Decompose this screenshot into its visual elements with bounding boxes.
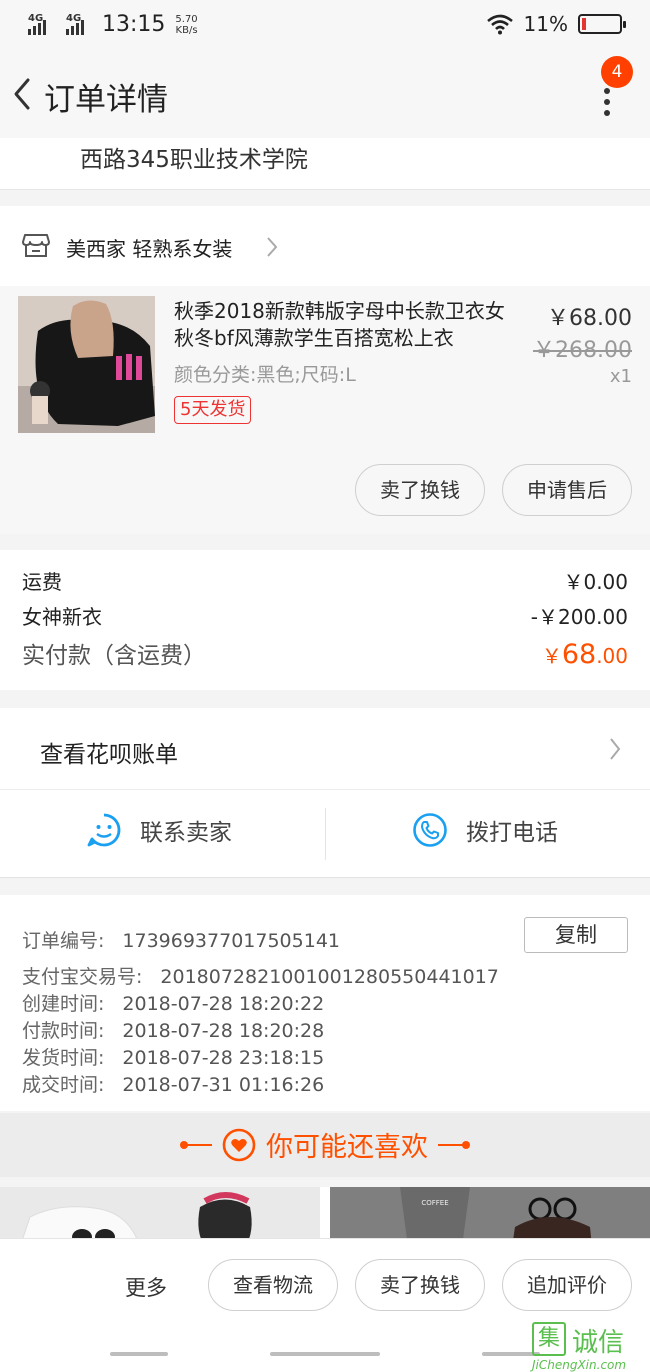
status-left: 4G 4G 13:15 5.70 KB/s: [28, 12, 198, 37]
product-thumbnail[interactable]: [18, 296, 155, 433]
heart-icon: [222, 1128, 256, 1161]
order-totals: 运费 ￥0.00 女神新衣 -￥200.00 实付款（含运费） ￥68.00: [0, 550, 650, 690]
status-bar: 4G 4G 13:15 5.70 KB/s 11%: [0, 0, 650, 50]
watermark-glyph: 集: [532, 1322, 566, 1356]
add-review-button[interactable]: 追加评价: [502, 1259, 632, 1311]
huabei-bill-row[interactable]: 查看花呗账单: [0, 708, 650, 790]
divider-line: [180, 1140, 212, 1149]
chat-bubble-icon: [87, 813, 121, 847]
product-title[interactable]: 秋季2018新款韩版字母中长款卫衣女秋冬bf风薄款学生百搭宽松上衣: [174, 298, 514, 352]
contact-divider: [325, 808, 326, 860]
call-phone-button[interactable]: 拨打电话: [412, 812, 558, 848]
paid-integer: 68: [561, 639, 597, 670]
shop-name: 美西家 轻熟系女装: [66, 237, 233, 261]
paid-row: 实付款（含运费） ￥68.00: [22, 636, 628, 670]
phone-icon: [413, 813, 447, 847]
shop-header[interactable]: 美西家 轻熟系女装: [0, 206, 650, 286]
product-price: ￥68.00: [547, 306, 632, 331]
recommend-title: 你可能还喜欢: [266, 1132, 428, 1163]
network-speed: 5.70 KB/s: [175, 14, 197, 36]
deal-time-value: 2018-07-31 01:16:26: [122, 1074, 325, 1096]
discount-row: 女神新衣 -￥200.00: [22, 601, 628, 630]
watermark-logo: 集 诚信 JiChengXin.com: [532, 1322, 650, 1372]
shipping-fee-row: 运费 ￥0.00: [22, 566, 628, 595]
wifi-icon: [486, 14, 513, 35]
more-menu-icon[interactable]: [595, 88, 619, 120]
alipay-trade-key: 支付宝交易号:: [22, 966, 143, 988]
watermark-url: JiChengXin.com: [532, 1358, 627, 1372]
discount-label: 女神新衣: [22, 605, 102, 629]
created-time-key: 创建时间:: [22, 993, 105, 1015]
discount-value: -￥200.00: [530, 605, 628, 629]
order-number-row: 订单编号: 173969377017505141: [22, 926, 340, 953]
shipping-fee-label: 运费: [22, 570, 62, 594]
paid-time-row: 付款时间: 2018-07-28 18:20:28: [22, 1016, 324, 1043]
nav-gesture-bar: [270, 1352, 380, 1356]
battery-level: [582, 18, 586, 30]
shipping-time-tag: 5天发货: [174, 396, 252, 424]
huabei-label: 查看花呗账单: [40, 742, 178, 768]
after-sales-button[interactable]: 申请售后: [502, 464, 632, 516]
call-phone-label: 拨打电话: [466, 820, 558, 846]
order-info: 订单编号: 173969377017505141 复制 支付宝交易号: 201807…: [0, 895, 650, 1111]
order-number-key: 订单编号:: [22, 930, 105, 952]
product-original-price: ￥268.00: [533, 338, 632, 363]
alipay-trade-row: 支付宝交易号: 2018072821001001280550441017: [22, 962, 499, 989]
contact-bar: 联系卖家 拨打电话: [0, 790, 650, 878]
back-arrow-icon[interactable]: [10, 76, 38, 112]
battery-icon: [578, 14, 626, 34]
clock: 13:15: [102, 12, 166, 37]
order-item-card: 美西家 轻熟系女装 秋季2018新款韩版字母中长款卫衣女秋冬bf风薄款学生百搭宽…: [0, 206, 650, 534]
shipping-address: 西路345职业技术学院: [0, 138, 650, 190]
shipped-time-key: 发货时间:: [22, 1047, 105, 1069]
copy-order-number-button[interactable]: 复制: [524, 917, 628, 953]
created-time-value: 2018-07-28 18:20:22: [122, 993, 325, 1015]
product-quantity: x1: [609, 366, 632, 387]
order-number-value: 173969377017505141: [122, 930, 340, 952]
paid-time-key: 付款时间:: [22, 1020, 105, 1042]
speed-unit: KB/s: [175, 24, 198, 36]
network-label-1: 4G: [28, 12, 44, 24]
paid-time-value: 2018-07-28 18:20:28: [122, 1020, 325, 1042]
contact-seller-label: 联系卖家: [140, 820, 232, 846]
address-line: 西路345职业技术学院: [80, 147, 308, 173]
divider-line: [438, 1140, 470, 1149]
status-right: 11%: [486, 12, 626, 36]
nav-bar: 订单详情: [0, 50, 650, 138]
deal-time-key: 成交时间:: [22, 1074, 105, 1096]
contact-seller-button[interactable]: 联系卖家: [86, 812, 232, 848]
shipped-time-value: 2018-07-28 23:18:15: [122, 1047, 325, 1069]
paid-amount: ￥68.00: [542, 639, 628, 670]
notification-badge: 4: [601, 56, 633, 88]
svg-text:COFFEE: COFFEE: [421, 1199, 448, 1207]
nav-gesture-bar: [110, 1352, 168, 1356]
paid-decimal: .00: [596, 644, 628, 668]
recommend-header: 你可能还喜欢: [0, 1113, 650, 1177]
watermark-text: 诚信: [572, 1328, 625, 1358]
store-icon: [22, 234, 50, 257]
created-time-row: 创建时间: 2018-07-28 18:20:22: [22, 989, 324, 1016]
deal-time-row: 成交时间: 2018-07-31 01:16:26: [22, 1070, 324, 1097]
page-title: 订单详情: [44, 82, 168, 118]
chevron-right-icon: [610, 738, 621, 760]
product-sku: 颜色分类:黑色;尺码:L: [174, 364, 356, 386]
network-label-2: 4G: [66, 12, 82, 24]
paid-currency: ￥: [541, 644, 562, 668]
signal-icon: 4G: [66, 12, 92, 35]
battery-percent: 11%: [523, 12, 568, 36]
alipay-trade-value: 2018072821001001280550441017: [160, 966, 499, 988]
more-actions-button[interactable]: 更多: [125, 1272, 167, 1302]
speed-value: 5.70: [175, 13, 198, 25]
resell-button[interactable]: 卖了换钱: [355, 464, 485, 516]
shipped-time-row: 发货时间: 2018-07-28 23:18:15: [22, 1043, 324, 1070]
signal-icon: 4G: [28, 12, 54, 35]
resell-bottom-button[interactable]: 卖了换钱: [355, 1259, 485, 1311]
paid-label: 实付款（含运费）: [22, 643, 206, 669]
shipping-fee-value: ￥0.00: [563, 570, 628, 594]
view-logistics-button[interactable]: 查看物流: [208, 1259, 338, 1311]
chevron-right-icon: [267, 237, 278, 257]
